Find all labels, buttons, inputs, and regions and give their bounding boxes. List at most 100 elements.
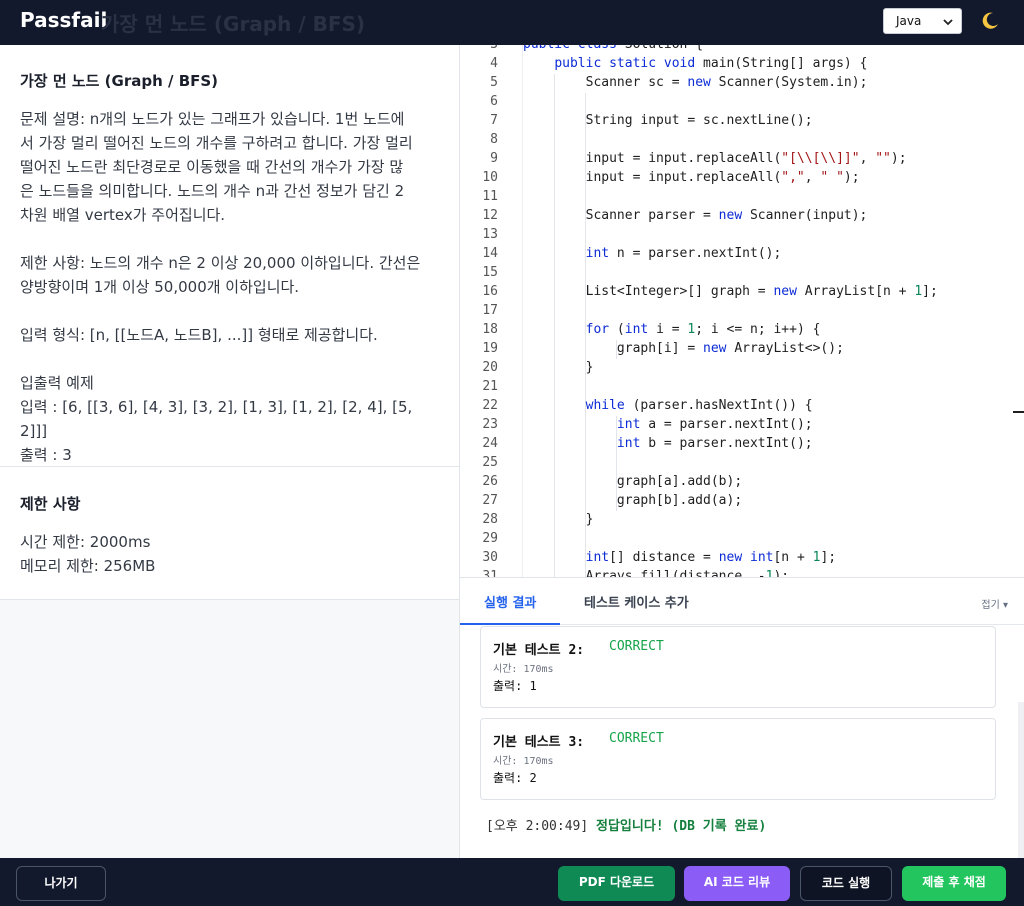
code-line[interactable]: 30 int[] distance = new int[n + 1]; bbox=[460, 548, 1024, 567]
test-result-card: 기본 테스트 3: CORRECT 시간: 170ms 출력: 2 bbox=[480, 718, 996, 800]
run-code-button[interactable]: 코드 실행 bbox=[800, 866, 892, 901]
code-text: Arrays.fill(distance, -1); bbox=[523, 569, 790, 577]
line-number: 27 bbox=[482, 493, 498, 508]
line-number: 24 bbox=[482, 436, 498, 451]
execution-log: [오후 2:00:49] 정답입니다! (DB 기록 완료) bbox=[486, 815, 766, 834]
collapse-toggle[interactable]: 접기 ▾ bbox=[981, 596, 1008, 611]
line-number: 17 bbox=[482, 303, 498, 318]
code-line[interactable]: 15 bbox=[460, 263, 1024, 282]
line-number: 10 bbox=[482, 170, 498, 185]
editor-scroll-marker bbox=[1013, 411, 1024, 413]
ai-code-review-button[interactable]: AI 코드 리뷰 bbox=[684, 866, 790, 901]
line-number: 25 bbox=[482, 455, 498, 470]
line-number: 4 bbox=[490, 56, 498, 71]
bottom-toolbar: 나가기 PDF 다운로드 AI 코드 리뷰 코드 실행 제출 후 채점 bbox=[0, 858, 1024, 906]
exit-button[interactable]: 나가기 bbox=[16, 866, 106, 901]
constraints-line: 제한 사항: 노드의 개수 n은 2 이상 20,000 이하입니다. 간선은 bbox=[20, 254, 421, 272]
code-text: for (int i = 1; i <= n; i++) { bbox=[585, 322, 821, 337]
line-number: 15 bbox=[482, 265, 498, 280]
language-select-value: Java bbox=[896, 14, 922, 28]
code-line[interactable]: 19 graph[i] = new ArrayList<>(); bbox=[460, 339, 1024, 358]
code-text: int[] distance = new int[n + 1]; bbox=[585, 550, 837, 565]
input-format: 입력 형식: [n, [[노드A, 노드B], ...]] 형태로 제공합니다. bbox=[20, 326, 378, 344]
line-number: 21 bbox=[482, 379, 498, 394]
code-line[interactable]: 23 int a = parser.nextInt(); bbox=[460, 415, 1024, 434]
code-text: input = input.replaceAll(",", " "); bbox=[523, 170, 860, 185]
code-line[interactable]: 3 public class Solution { bbox=[460, 45, 1024, 54]
code-line[interactable]: 13 bbox=[460, 225, 1024, 244]
code-line[interactable]: 25 bbox=[460, 453, 1024, 472]
code-line[interactable]: 27 graph[b].add(a); bbox=[460, 491, 1024, 510]
io-example-input: 입력 : [6, [[3, 6], [4, 3], [3, 2], [1, 3]… bbox=[20, 398, 413, 440]
code-editor[interactable]: 3public class Solution {4 public static … bbox=[460, 45, 1024, 577]
brand-logo[interactable]: Passfail bbox=[20, 8, 107, 32]
line-number: 13 bbox=[482, 227, 498, 242]
pdf-download-button[interactable]: PDF 다운로드 bbox=[558, 866, 675, 901]
code-text: Scanner parser = new Scanner(input); bbox=[523, 208, 868, 223]
code-text: } bbox=[523, 360, 594, 375]
code-line[interactable]: 10 input = input.replaceAll(",", " "); bbox=[460, 168, 1024, 187]
code-line[interactable]: 29 bbox=[460, 529, 1024, 548]
code-line[interactable]: 17 bbox=[460, 301, 1024, 320]
test-output: 출력: 1 bbox=[493, 679, 537, 693]
test-time: 시간: 170ms bbox=[493, 756, 554, 767]
code-text: int n = parser.nextInt(); bbox=[585, 246, 782, 261]
line-number: 6 bbox=[490, 94, 498, 109]
description-line: 문제 설명: n개의 노드가 있는 그래프가 있습니다. 1번 노드에 bbox=[20, 110, 405, 128]
io-example-title: 입출력 예제 bbox=[20, 374, 94, 392]
code-text: Scanner sc = new Scanner(System.in); bbox=[523, 75, 868, 90]
line-number: 20 bbox=[482, 360, 498, 375]
code-line[interactable]: 26 graph[a].add(b); bbox=[460, 472, 1024, 491]
line-number: 14 bbox=[482, 246, 498, 261]
memory-limit: 메모리 제한: 256MB bbox=[20, 557, 156, 575]
code-line[interactable]: 20 } bbox=[460, 358, 1024, 377]
code-line[interactable]: 11 bbox=[460, 187, 1024, 206]
code-line[interactable]: 12 Scanner parser = new Scanner(input); bbox=[460, 206, 1024, 225]
submit-and-grade-button[interactable]: 제출 후 채점 bbox=[902, 866, 1006, 901]
code-text: String input = sc.nextLine(); bbox=[523, 113, 813, 128]
line-number: 8 bbox=[490, 132, 498, 147]
line-number: 3 bbox=[460, 45, 498, 54]
tab-add-testcase[interactable]: 테스트 케이스 추가 bbox=[584, 592, 689, 611]
log-timestamp: [오후 2:00:49] bbox=[486, 819, 589, 834]
test-status: CORRECT bbox=[609, 639, 664, 654]
code-text: graph[i] = new ArrayList<>(); bbox=[523, 341, 844, 356]
code-line[interactable]: 9 input = input.replaceAll("[\\[\\]]", "… bbox=[460, 149, 1024, 168]
code-line[interactable]: 6 bbox=[460, 92, 1024, 111]
code-text: input = input.replaceAll("[\\[\\]]", "")… bbox=[523, 151, 907, 166]
code-text: public static void main(String[] args) { bbox=[554, 56, 868, 71]
code-line[interactable]: 24 int b = parser.nextInt(); bbox=[460, 434, 1024, 453]
code-line[interactable]: 4 public static void main(String[] args)… bbox=[460, 54, 1024, 73]
code-line[interactable]: 7 String input = sc.nextLine(); bbox=[460, 111, 1024, 130]
limits-title: 제한 사항 bbox=[20, 495, 81, 513]
test-result-card: 기본 테스트 2: CORRECT 시간: 170ms 출력: 1 bbox=[480, 626, 996, 708]
description-line: 떨어진 노드란 최단경로로 이동했을 때 간선의 개수가 가장 많 bbox=[20, 158, 404, 176]
tab-run-result[interactable]: 실행 결과 bbox=[484, 592, 536, 611]
chevron-down-icon bbox=[943, 19, 953, 26]
line-number: 30 bbox=[482, 550, 498, 565]
code-text: int a = parser.nextInt(); bbox=[616, 417, 813, 432]
line-number: 26 bbox=[482, 474, 498, 489]
code-line[interactable]: 31 Arrays.fill(distance, -1); bbox=[460, 567, 1024, 577]
code-line[interactable]: 5 Scanner sc = new Scanner(System.in); bbox=[460, 73, 1024, 92]
code-text: int b = parser.nextInt(); bbox=[616, 436, 813, 451]
language-select[interactable]: Java bbox=[883, 8, 962, 34]
dark-mode-moon-icon[interactable] bbox=[980, 11, 1000, 31]
line-number: 7 bbox=[490, 113, 498, 128]
results-scrollbar[interactable] bbox=[1018, 702, 1024, 859]
test-time: 시간: 170ms bbox=[493, 664, 554, 675]
code-line[interactable]: 18 for (int i = 1; i <= n; i++) { bbox=[460, 320, 1024, 339]
limits-card: 제한 사항 시간 제한: 2000ms 메모리 제한: 256MB bbox=[0, 467, 459, 600]
line-number: 23 bbox=[482, 417, 498, 432]
test-name: 기본 테스트 3: bbox=[493, 735, 585, 750]
code-line[interactable]: 21 bbox=[460, 377, 1024, 396]
line-number: 12 bbox=[482, 208, 498, 223]
code-line[interactable]: 14 int n = parser.nextInt(); bbox=[460, 244, 1024, 263]
code-line[interactable]: 8 bbox=[460, 130, 1024, 149]
code-line[interactable]: 22 while (parser.hasNextInt()) { bbox=[460, 396, 1024, 415]
line-number: 16 bbox=[482, 284, 498, 299]
line-number: 31 bbox=[482, 569, 498, 577]
code-line[interactable]: 16 List<Integer>[] graph = new ArrayList… bbox=[460, 282, 1024, 301]
code-line[interactable]: 28 } bbox=[460, 510, 1024, 529]
header-problem-title: 가장 먼 노드 (Graph / BFS) bbox=[101, 12, 366, 36]
